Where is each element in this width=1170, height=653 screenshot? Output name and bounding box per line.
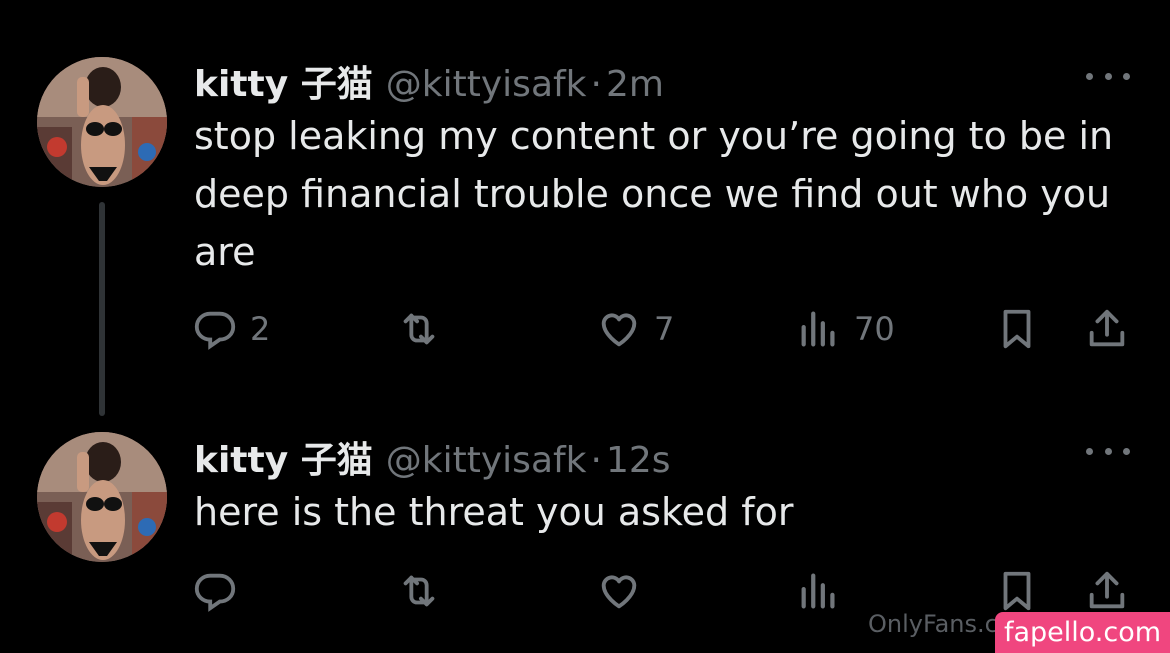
- like-button[interactable]: 7: [596, 306, 674, 352]
- timestamp[interactable]: 2m: [606, 64, 664, 105]
- watermark-badge: fapello.com: [995, 612, 1170, 653]
- user-handle[interactable]: @kittyisafk: [386, 64, 587, 105]
- avatar[interactable]: [37, 432, 167, 562]
- display-name[interactable]: kitty 子猫: [194, 64, 373, 105]
- more-icon: [1086, 447, 1093, 455]
- user-handle[interactable]: @kittyisafk: [386, 440, 587, 481]
- share-icon: [1089, 571, 1125, 609]
- reply-count: 2: [250, 310, 271, 348]
- tweet-1[interactable]: kitty 子猫 @kittyisafk · 2m stop leaking my …: [0, 0, 1170, 420]
- more-icon-dot: [1104, 447, 1112, 455]
- tweet-header: kitty 子猫 @kittyisafk · 2m: [194, 55, 664, 105]
- retweet-button[interactable]: [396, 568, 442, 614]
- like-count: 7: [654, 310, 675, 348]
- reply-button[interactable]: [192, 568, 238, 614]
- retweet-button[interactable]: [396, 306, 442, 352]
- more-icon-dot: [1123, 72, 1130, 80]
- view-count: 70: [854, 310, 895, 348]
- separator-dot: ·: [590, 64, 602, 105]
- share-button[interactable]: [1084, 306, 1130, 352]
- watermark-text: OnlyFans.c: [868, 610, 998, 638]
- tweet-header: kitty 子猫 @kittyisafk · 12s: [194, 431, 671, 481]
- views-button[interactable]: [796, 568, 842, 614]
- more-icon-dot: [1123, 447, 1130, 455]
- more-icon: [1086, 72, 1093, 80]
- like-button[interactable]: [596, 568, 642, 614]
- heart-icon: [601, 575, 637, 609]
- share-button[interactable]: [1084, 568, 1130, 614]
- tweet-text: here is the threat you asked for: [194, 490, 794, 534]
- retweet-icon: [403, 313, 435, 345]
- views-icon: [801, 311, 835, 347]
- more-button[interactable]: [1086, 66, 1130, 86]
- bookmark-button[interactable]: [994, 568, 1040, 614]
- bookmark-icon: [1003, 571, 1031, 611]
- avatar-photo: [37, 57, 167, 187]
- views-icon: [801, 573, 835, 609]
- bookmark-button[interactable]: [994, 306, 1040, 352]
- more-icon-dot: [1104, 72, 1112, 80]
- timestamp[interactable]: 12s: [606, 440, 671, 481]
- share-icon: [1089, 309, 1125, 347]
- display-name[interactable]: kitty 子猫: [194, 440, 373, 481]
- retweet-icon: [403, 575, 435, 607]
- reply-button[interactable]: 2: [192, 306, 270, 352]
- thread-line: [99, 202, 105, 416]
- reply-icon: [194, 573, 236, 612]
- reply-icon: [194, 311, 236, 350]
- separator-dot: ·: [590, 440, 602, 481]
- more-button[interactable]: [1086, 441, 1130, 461]
- heart-icon: [601, 313, 637, 347]
- avatar-photo: [37, 432, 167, 562]
- tweet-text: stop leaking my content or you’re going …: [194, 114, 1114, 274]
- bookmark-icon: [1003, 309, 1031, 349]
- avatar[interactable]: [37, 57, 167, 187]
- views-button[interactable]: 70: [796, 306, 895, 352]
